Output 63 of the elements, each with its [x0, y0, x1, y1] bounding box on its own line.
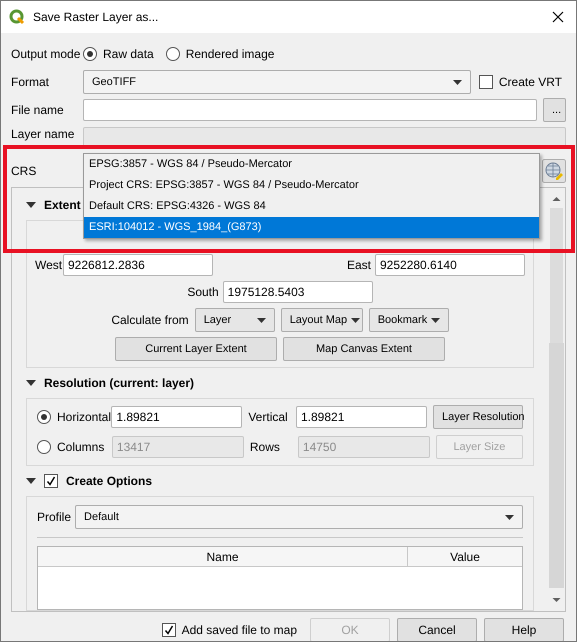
button[interactable]: Current Layer Extent	[115, 337, 277, 361]
field-label: East	[346, 257, 371, 274]
browse-button[interactable]: ...	[543, 98, 566, 122]
dropdown-item[interactable]: ESRI:104012 - WGS_1984_(G873)	[84, 217, 539, 238]
radio-label[interactable]: Rendered image	[186, 45, 274, 63]
dropdown[interactable]: Default	[75, 505, 523, 529]
globe-icon[interactable]	[542, 159, 566, 183]
dropdown[interactable]: Layer	[194, 308, 275, 332]
close-icon[interactable]	[552, 11, 564, 23]
field-label: Profile	[37, 509, 72, 526]
radio-button[interactable]	[166, 47, 180, 61]
section-title: Resolution (current: layer)	[44, 375, 194, 392]
file-name-field[interactable]	[83, 99, 537, 121]
column-header[interactable]: Value	[408, 547, 522, 566]
expanded-triangle-icon[interactable]	[26, 200, 36, 210]
dropdown-item[interactable]: EPSG:3857 - WGS 84 / Pseudo-Mercator	[84, 154, 539, 175]
checkbox[interactable]	[162, 623, 176, 637]
button[interactable]: Cancel	[397, 618, 477, 641]
dropdown-item[interactable]: Default CRS: EPSG:4326 - WGS 84	[84, 196, 539, 217]
dropdown[interactable]: Bookmark	[368, 308, 449, 332]
button[interactable]: Map Canvas Extent	[283, 337, 445, 361]
button[interactable]: Layer Resolution	[433, 405, 523, 429]
radio-button[interactable]	[37, 410, 51, 424]
checkbox-label[interactable]: Add saved file to map	[182, 621, 297, 639]
radio-label[interactable]: Raw data	[103, 45, 154, 63]
field-label: Layer name	[11, 127, 76, 141]
field-label: South	[187, 284, 219, 301]
field-label: Format	[11, 74, 50, 91]
dropdown-item[interactable]: Project CRS: EPSG:3857 - WGS 84 / Pseudo-Mercator	[84, 175, 539, 196]
field-label: West	[35, 257, 63, 274]
expanded-triangle-icon[interactable]	[26, 378, 36, 388]
dropdown[interactable]: Layout Map	[280, 308, 363, 332]
radio-label[interactable]: Horizontal	[57, 408, 112, 426]
field-label: Vertical	[248, 409, 289, 426]
radio-label[interactable]: Columns	[57, 438, 104, 456]
radio-button[interactable]	[37, 440, 51, 454]
dropdown[interactable]: GeoTIFF	[83, 70, 471, 94]
text-field[interactable]: 1.89821	[111, 406, 242, 428]
caret-icon	[505, 514, 514, 520]
caret-icon	[256, 318, 266, 322]
expanded-triangle-icon[interactable]	[26, 476, 36, 486]
field-label: Output mode	[11, 46, 82, 63]
field-label: Rows	[250, 439, 281, 456]
section-title: Extent	[44, 197, 81, 214]
caret-icon	[452, 80, 462, 84]
text-field[interactable]: 9226812.2836	[63, 254, 213, 276]
caret-icon	[351, 318, 360, 322]
checkbox-label[interactable]: Create VRT	[498, 73, 562, 91]
text-field[interactable]: 1975128.5403	[222, 281, 373, 303]
field-label: CRS	[11, 163, 38, 180]
text-field[interactable]: 1.89821	[296, 406, 427, 428]
caret-icon	[431, 318, 440, 322]
radio-button[interactable]	[83, 47, 97, 61]
checkbox[interactable]	[44, 474, 58, 488]
field-label: Calculate from	[111, 312, 189, 329]
app-logo-icon	[9, 9, 25, 25]
checkbox[interactable]	[478, 75, 493, 89]
section-title: Create Options	[66, 473, 152, 490]
text-field[interactable]: 9252280.6140	[375, 254, 525, 276]
column-header[interactable]: Name	[38, 547, 408, 566]
button[interactable]: Help	[484, 618, 564, 641]
window-title: Save Raster Layer as...	[33, 9, 160, 26]
field-label: File name	[11, 102, 65, 119]
